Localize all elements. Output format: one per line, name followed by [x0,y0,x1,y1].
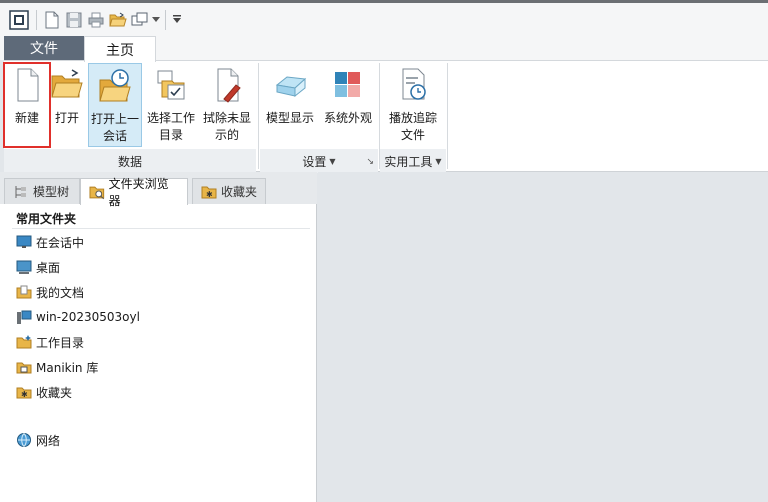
open-last-session-label-1: 打开上一 [90,112,139,126]
group-settings-footer[interactable]: 设置 ▼ ↘ [260,149,378,173]
tab-home[interactable]: 主页 [84,36,156,62]
system-appearance-button[interactable]: 系统外观 [320,63,376,147]
working-directory-icon [16,335,32,349]
folder-manikin-library-label: Manikin 库 [36,360,99,375]
navigator-panel: 模型树 文件夹浏览器 ✱ 收藏夹 常用文件夹 在会话中 桌面 我的文档 win-… [0,172,317,502]
folder-desktop-label: 桌面 [36,260,61,275]
model-tree-icon [15,185,26,198]
computer-icon [17,310,32,324]
tab-folder-browser-label: 文件夹浏览器 [108,177,169,208]
tab-model-tree[interactable]: 模型树 [4,178,80,204]
select-working-directory-label-1: 选择工作 [146,111,195,125]
group-separator [258,63,259,169]
folder-manikin-library[interactable]: Manikin 库 [16,357,98,377]
system-appearance-icon [335,72,360,97]
save-icon[interactable] [63,9,85,31]
folder-network[interactable]: 网络 [16,430,60,450]
folder-browser-icon [89,186,105,200]
navigator-tabs: 模型树 文件夹浏览器 ✱ 收藏夹 [0,172,317,208]
folder-computer-label: win-20230503oyl [36,310,140,324]
open-icon[interactable] [107,9,129,31]
open-last-session-button[interactable]: 打开上一 会话 [88,63,142,147]
erase-icon [217,68,241,103]
favorites-folder-icon: ✱ [201,186,217,199]
folder-working-directory-label: 工作目录 [36,335,85,350]
folder-working-directory[interactable]: 工作目录 [16,332,84,352]
folder-favorites[interactable]: ✱ 收藏夹 [16,382,72,402]
group-settings: 模型显示 系统外观 设置 ▼ ↘ [260,61,378,173]
model-display-button[interactable]: 模型显示 [262,63,318,147]
group-data-label: 数据 [117,154,142,169]
app-menu-icon[interactable] [6,7,32,33]
common-folders-title: 常用文件夹 [16,212,77,226]
qat-separator [165,9,166,30]
group-separator [447,63,448,169]
svg-text:✱: ✱ [206,190,213,199]
network-icon [17,433,31,447]
windows-icon[interactable] [129,9,151,31]
open-button[interactable]: 打开 [50,63,84,147]
monitor-icon [16,235,32,248]
open-last-session-icon [99,69,131,102]
group-data-footer: 数据 [4,149,256,173]
open-button-label: 打开 [54,111,79,125]
group-settings-label: 设置 [302,154,327,169]
chevron-down-icon: ▼ [435,156,442,166]
open-last-session-label-2: 会话 [102,129,127,143]
playback-trail-label-2: 文件 [400,128,425,142]
playback-trail-file-button[interactable]: 播放追踪 文件 [382,63,444,147]
quick-access-toolbar [0,0,768,36]
favorites-icon: ✱ [16,387,32,399]
folder-favorites-label: 收藏夹 [36,385,73,400]
model-display-label: 模型显示 [265,111,314,125]
model-display-icon [275,76,307,98]
group-utilities: 播放追踪 文件 实用工具 ▼ [380,61,446,173]
folder-in-session-label: 在会话中 [36,235,85,250]
tab-model-tree-label: 模型树 [33,185,70,199]
windows-dropdown-icon[interactable] [151,9,161,31]
ribbon: 新建 打开 打开上一 会话 选择工作 目录 拭除未显 示的 数据 模型显示 系统… [3,60,768,173]
playback-trail-label-1: 播放追踪 [388,111,437,125]
folder-desktop[interactable]: 桌面 [16,257,60,277]
group-utilities-label: 实用工具 [384,154,433,169]
new-document-icon [17,68,39,102]
group-data: 新建 打开 打开上一 会话 选择工作 目录 拭除未显 示的 数据 [3,61,256,173]
folder-computer[interactable]: win-20230503oyl [16,307,140,327]
section-divider [12,228,310,229]
system-appearance-label: 系统外观 [323,111,372,125]
tab-folder-browser[interactable]: 文件夹浏览器 [80,177,188,208]
folder-network-label: 网络 [36,433,61,448]
erase-not-displayed-label-1: 拭除未显 [202,111,251,125]
tab-file[interactable]: 文件 [4,36,84,60]
documents-folder-icon [16,285,32,299]
qat-separator [36,9,37,30]
select-working-directory-button[interactable]: 选择工作 目录 [144,63,198,147]
new-button-label: 新建 [14,111,39,125]
group-utilities-footer[interactable]: 实用工具 ▼ [380,149,446,173]
tab-favorites-label: 收藏夹 [221,185,258,199]
svg-text:✱: ✱ [21,390,28,399]
select-directory-icon [157,70,185,100]
select-working-directory-label-2: 目录 [158,128,183,142]
playback-trail-icon [402,68,426,100]
desktop-icon [16,260,32,274]
customize-toolbar-icon[interactable] [170,9,184,31]
erase-not-displayed-button[interactable]: 拭除未显 示的 [200,63,254,147]
open-folder-icon [51,69,83,98]
chevron-down-icon: ▼ [329,156,336,166]
folder-my-documents-label: 我的文档 [36,285,85,300]
folder-in-session[interactable]: 在会话中 [16,232,84,252]
new-button[interactable]: 新建 [3,62,51,148]
library-folder-icon [16,362,32,374]
erase-not-displayed-label-2: 示的 [214,128,239,142]
ribbon-tab-bar: 文件 主页 [0,36,768,62]
dialog-launcher-icon[interactable]: ↘ [366,157,374,167]
tab-favorites[interactable]: ✱ 收藏夹 [192,178,266,204]
graphics-area[interactable] [318,172,768,502]
print-icon[interactable] [85,9,107,31]
new-file-icon[interactable] [41,9,63,31]
folder-my-documents[interactable]: 我的文档 [16,282,84,302]
